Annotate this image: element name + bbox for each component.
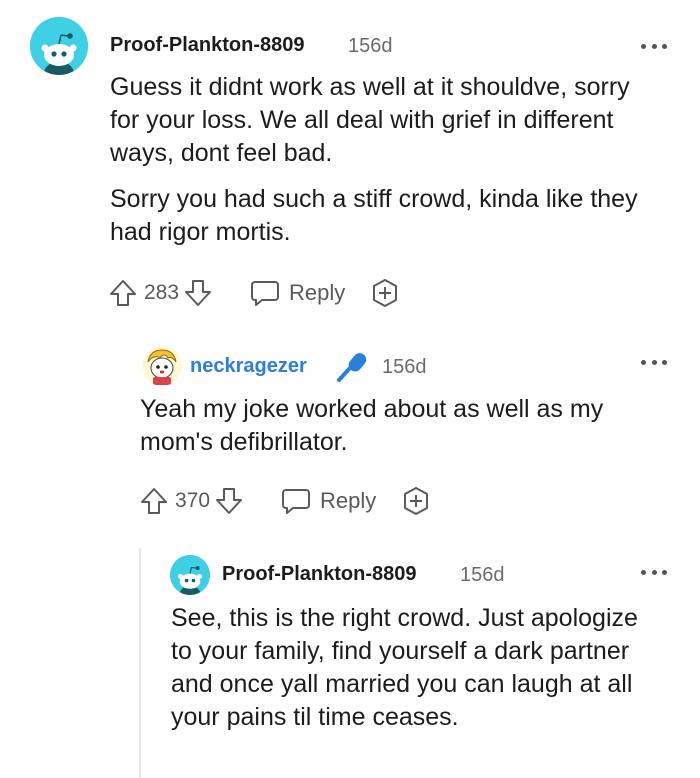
more-options-icon[interactable] [641,568,667,576]
username[interactable]: Proof-Plankton-8809 [222,563,416,586]
avatar[interactable] [170,555,210,595]
timestamp[interactable]: 156d [460,564,505,587]
comment-3: Proof-Plankton-8809 156d See, this is th… [0,0,700,778]
comment-body: See, this is the right crowd. Just apolo… [171,602,651,747]
comment-paragraph: See, this is the right crowd. Just apolo… [171,604,638,731]
snoo-avatar-icon [170,555,210,595]
